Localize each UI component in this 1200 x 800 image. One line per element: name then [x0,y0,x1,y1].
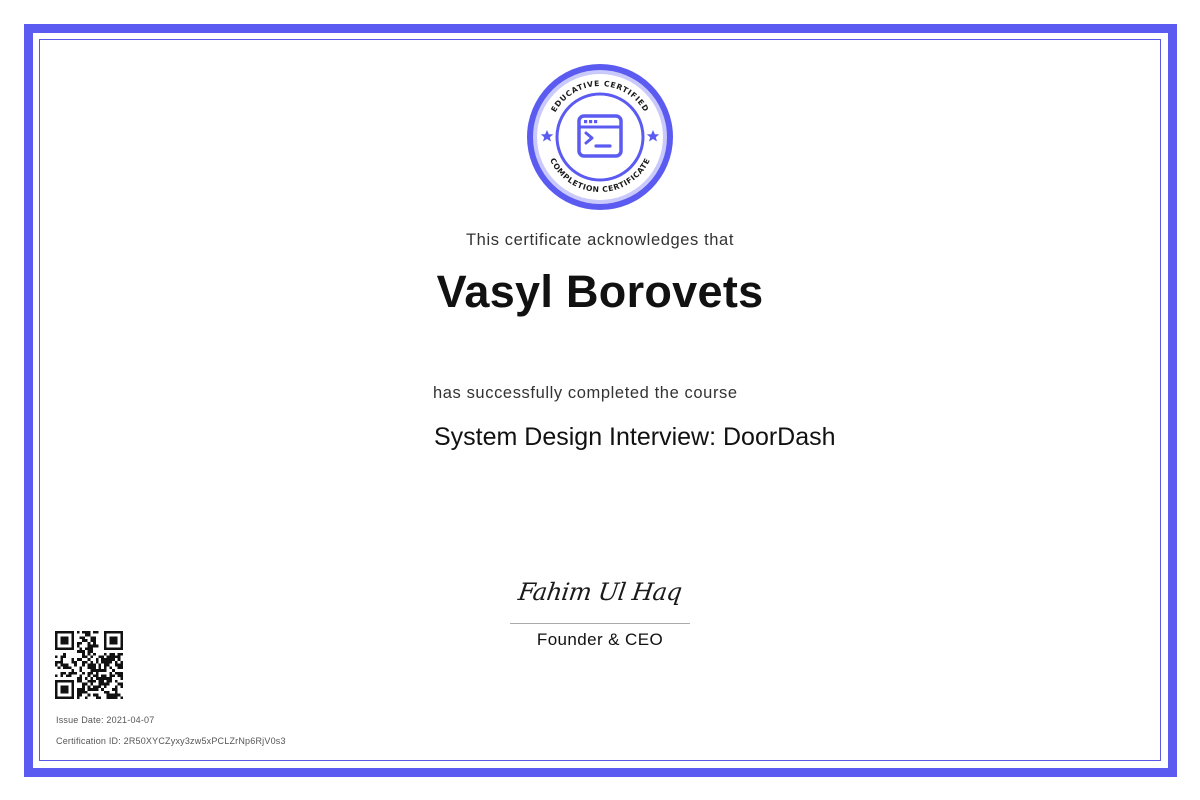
issue-date: Issue Date: 2021-04-07 [56,715,155,725]
certification-id: Certification ID: 2R50XYCZyxy3zw5xPCLZrN… [56,736,286,746]
recipient-name: Vasyl Borovets [436,266,764,317]
signature: Fahim Ul Haq [516,578,684,606]
qr-code-icon [55,631,123,699]
acknowledgement-text: This certificate acknowledges that [465,231,735,249]
completion-text: has successfully completed the course [433,384,738,402]
signatory-role: Founder & CEO [536,630,664,649]
certificate-seal: EDUCATIVE CERTIFIED COMPLETION CERTIFICA… [527,64,673,210]
signature-line [510,623,690,624]
course-title: System Design Interview: DoorDash [434,423,836,451]
